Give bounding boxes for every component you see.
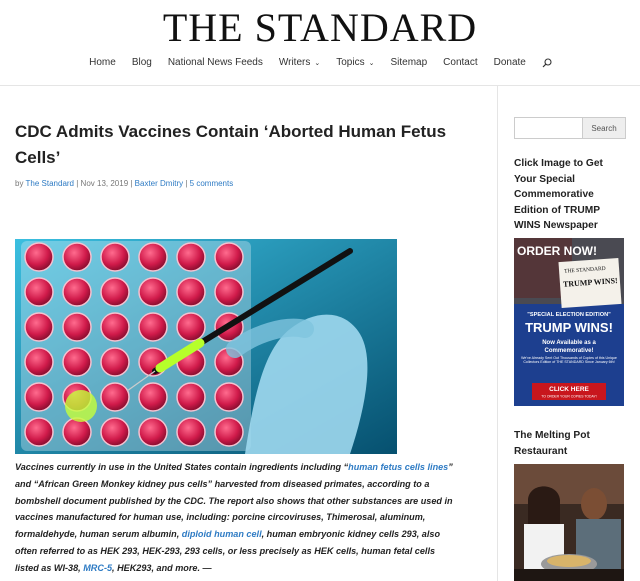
well-plate-well [62, 277, 92, 307]
sidebar-search: Search [514, 117, 626, 139]
promo-cta: CLICK HERE [549, 386, 589, 393]
nav-item-topics-label: Topics [336, 57, 365, 68]
well-plate-well [176, 417, 206, 447]
well-plate-well [100, 242, 130, 272]
well-plate-well [138, 277, 168, 307]
link-human-fetus-cells[interactable]: human fetus cells lines [348, 462, 448, 472]
well-plate-well [138, 417, 168, 447]
post-date: Nov 13, 2019 [80, 179, 129, 188]
author-link[interactable]: The Standard [26, 179, 74, 188]
search-button[interactable]: Search [582, 117, 626, 139]
well-plate-well [100, 417, 130, 447]
melting-pot-photo [514, 464, 624, 581]
well-plate-well [214, 242, 244, 272]
well-plate-well [100, 382, 130, 412]
meta-by: by [15, 179, 24, 188]
nav-item-writers-label: Writers [278, 57, 311, 68]
well-plate-well [24, 312, 54, 342]
well-plate-well [176, 242, 206, 272]
article-title: CDC Admits Vaccines Contain ‘Aborted Hum… [15, 122, 447, 167]
promo-cta-sub: TO ORDER YOUR COPIES TODAY! [541, 395, 597, 399]
well-plate-well [138, 382, 168, 412]
main-content: CDC Admits Vaccines Contain ‘Aborted Hum… [0, 86, 498, 581]
promo-heading: Click Image to Get Your Special Commemor… [514, 158, 603, 231]
well-plate-well [138, 242, 168, 272]
site-header: THE STANDARD Home Blog National News Fee… [0, 0, 640, 86]
article-body: Vaccines currently in use in the United … [15, 459, 460, 577]
link-diploid-human-cell[interactable]: diploid human cell [182, 529, 262, 539]
well-plate-well [100, 277, 130, 307]
promo-order-now: ORDER NOW! [517, 244, 597, 258]
well-plate-well [214, 417, 244, 447]
trump-wins-promo-image[interactable]: ORDER NOW! THE STANDARD TRUMP WINS! "SPE… [514, 238, 624, 406]
well-plate-well [100, 312, 130, 342]
well-plate-well [24, 417, 54, 447]
search-input[interactable] [514, 117, 582, 139]
nav-item-writers[interactable]: Writers ⌄ [279, 57, 320, 68]
nav-item-contact[interactable]: Contact [443, 57, 477, 68]
well-plate-well [214, 382, 244, 412]
nav-item-topics[interactable]: Topics ⌄ [336, 57, 374, 68]
nav-item-donate[interactable]: Donate [494, 57, 526, 68]
nav-item-blog[interactable]: Blog [132, 57, 152, 68]
category-link[interactable]: Baxter Dmitry [135, 179, 183, 188]
nav-item-home[interactable]: Home [89, 57, 116, 68]
melting-pot-heading: The Melting Pot Restaurant [514, 430, 590, 457]
promo-sub2: Commemorative! [544, 348, 593, 354]
main-nav: Home Blog National News Feeds Writers ⌄ T… [0, 57, 640, 68]
search-icon [542, 58, 552, 68]
nav-item-sitemap[interactable]: Sitemap [390, 57, 427, 68]
well-plate-well [62, 242, 92, 272]
well-plate-well [62, 417, 92, 447]
well-plate-well [24, 242, 54, 272]
comments-link[interactable]: 5 comments [190, 179, 234, 188]
well-plate-well [100, 347, 130, 377]
chevron-down-icon: ⌄ [368, 59, 375, 67]
chevron-down-icon: ⌄ [314, 59, 321, 67]
promo-sub1: Now Available as a [542, 340, 596, 346]
nav-search-button[interactable] [542, 57, 552, 68]
well-plate-well [24, 382, 54, 412]
promo-fine-print: We've Already Sent Out Thousands of Copi… [521, 356, 617, 365]
promo-big: TRUMP WINS! [525, 320, 613, 335]
well-plate-well [24, 277, 54, 307]
well-plate-well [176, 312, 206, 342]
well-plate-well [62, 312, 92, 342]
nav-item-national-news-feeds[interactable]: National News Feeds [168, 57, 263, 68]
well-plate-well [176, 277, 206, 307]
vaccine-syringe-photo [15, 239, 397, 454]
promo-special: "SPECIAL ELECTION EDITION" [527, 312, 611, 318]
site-logo[interactable]: THE STANDARD [0, 4, 640, 51]
melting-pot-image[interactable] [514, 464, 624, 581]
article-meta: by The Standard | Nov 13, 2019 | Baxter … [15, 179, 233, 188]
body-text: , HEK293, and more. — [112, 562, 212, 573]
well-plate-well [62, 347, 92, 377]
body-text: Vaccines currently in use in the United … [15, 462, 349, 472]
body-text: ” and “African Green Monkey kidney pus c… [15, 462, 453, 540]
well-plate-well [214, 277, 244, 307]
article-hero-image [15, 239, 397, 454]
link-mrc-5[interactable]: MRC-5 [83, 563, 112, 573]
well-plate-well [24, 347, 54, 377]
promo-graphic: ORDER NOW! THE STANDARD TRUMP WINS! "SPE… [514, 238, 624, 406]
well-plate-well [176, 382, 206, 412]
well-plate-well [138, 312, 168, 342]
